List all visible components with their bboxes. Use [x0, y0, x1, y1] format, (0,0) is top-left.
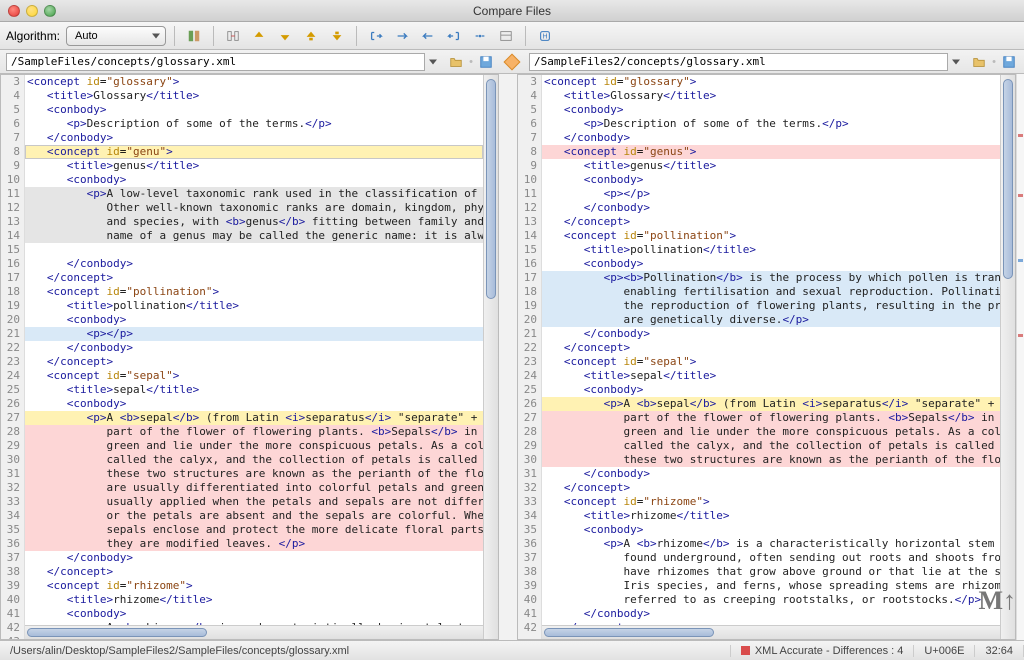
- right-gutter: 3456789101112131415161718192021222324252…: [518, 75, 542, 639]
- left-open-button[interactable]: [447, 53, 465, 71]
- right-path-history-button[interactable]: [952, 54, 966, 70]
- right-path-input[interactable]: [529, 53, 948, 71]
- left-hscrollbar[interactable]: [25, 625, 483, 639]
- left-path-history-button[interactable]: [429, 54, 443, 70]
- right-code[interactable]: <concept id="glossary"> <title>Glossary<…: [542, 75, 1000, 639]
- path-bar: • •: [0, 50, 1024, 74]
- copy-all-right-button[interactable]: [365, 26, 387, 46]
- copy-right-button[interactable]: [391, 26, 413, 46]
- left-save-button[interactable]: [477, 53, 495, 71]
- diff-connector: [499, 74, 517, 640]
- close-window-button[interactable]: [8, 5, 20, 17]
- status-position: 32:64: [975, 645, 1024, 657]
- right-open-button[interactable]: [970, 53, 988, 71]
- right-save-button[interactable]: [1000, 53, 1018, 71]
- prev-diff-button[interactable]: [248, 26, 270, 46]
- view-mode-button[interactable]: [495, 26, 517, 46]
- next-diff-button[interactable]: [274, 26, 296, 46]
- zoom-window-button[interactable]: [44, 5, 56, 17]
- prev-change-button[interactable]: [300, 26, 322, 46]
- status-path: /Users/alin/Desktop/SampleFiles2/SampleF…: [0, 645, 731, 657]
- minimize-window-button[interactable]: [26, 5, 38, 17]
- ignore-ws-button[interactable]: [469, 26, 491, 46]
- algorithm-label: Algorithm:: [6, 29, 60, 43]
- next-change-button[interactable]: [326, 26, 348, 46]
- svg-text:H: H: [543, 33, 548, 40]
- left-gutter: 3456789101112131415161718192021222324252…: [1, 75, 25, 639]
- left-code[interactable]: <concept id="glossary"> <title>Glossary<…: [25, 75, 483, 639]
- swap-sides-button[interactable]: [504, 53, 521, 70]
- status-diff: XML Accurate - Differences : 4: [731, 645, 915, 657]
- right-hscrollbar[interactable]: [542, 625, 1000, 639]
- status-unicode: U+006E: [914, 645, 975, 657]
- status-bar: /Users/alin/Desktop/SampleFiles2/SampleF…: [0, 640, 1024, 660]
- algorithm-select[interactable]: Auto: [66, 26, 166, 46]
- right-vscrollbar[interactable]: [1000, 75, 1015, 639]
- copy-all-left-button[interactable]: [443, 26, 465, 46]
- left-path-input[interactable]: [6, 53, 425, 71]
- window-titlebar: Compare Files: [0, 0, 1024, 22]
- left-editor-pane[interactable]: 3456789101112131415161718192021222324252…: [0, 74, 499, 640]
- window-title: Compare Files: [473, 4, 551, 18]
- watermark-icon: M↑: [978, 586, 1016, 616]
- help-button[interactable]: H: [534, 26, 556, 46]
- right-editor-pane[interactable]: 3456789101112131415161718192021222324252…: [517, 74, 1016, 640]
- overview-ruler[interactable]: [1016, 74, 1024, 640]
- copy-left-button[interactable]: [417, 26, 439, 46]
- diff-run-button[interactable]: [183, 26, 205, 46]
- sync-scroll-button[interactable]: [222, 26, 244, 46]
- left-vscrollbar[interactable]: [483, 75, 498, 639]
- toolbar: Algorithm: Auto H: [0, 22, 1024, 50]
